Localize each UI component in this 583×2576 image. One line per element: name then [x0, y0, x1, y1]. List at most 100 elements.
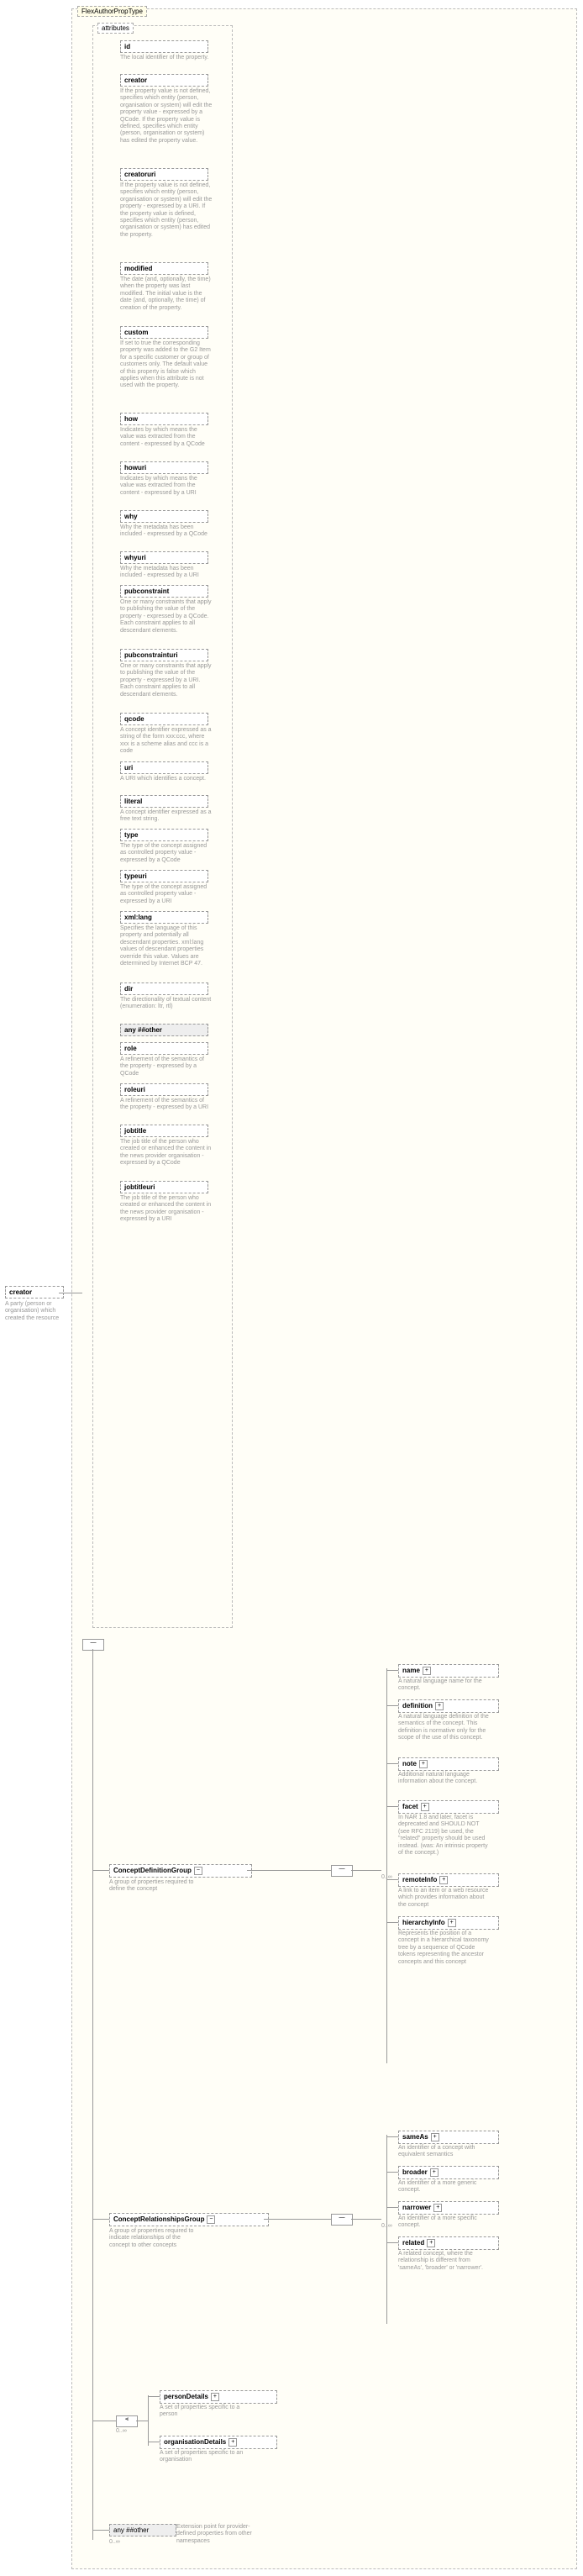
attr-desc: The local identifier of the property. [120, 55, 213, 61]
child-label: personDetails [164, 2393, 208, 2400]
attr-desc: If the property value is not defined, sp… [120, 182, 213, 239]
child-desc: An identifier of a concept with equivale… [398, 2145, 491, 2159]
child-related[interactable]: related+ [398, 2236, 499, 2250]
attr-howuri: howuri [120, 461, 208, 474]
connector [386, 1806, 398, 1807]
child-desc: Represents the position of a concept in … [398, 1931, 491, 1966]
expand-icon[interactable]: + [427, 2239, 435, 2247]
child-sameAs[interactable]: sameAs+ [398, 2131, 499, 2144]
attr-creator: creator [120, 74, 208, 87]
crg-label: ConceptRelationshipsGroup [113, 2215, 204, 2223]
attr-label: pubconstrainturi [124, 651, 178, 659]
child-broader[interactable]: broader+ [398, 2166, 499, 2179]
attr-desc: One or many constraints that apply to pu… [120, 599, 213, 635]
sequence-indicator: — [331, 2214, 353, 2226]
child-label: hierarchyInfo [402, 1919, 445, 1926]
child-label: name [402, 1667, 420, 1674]
connector [386, 1705, 398, 1706]
connector [92, 2530, 109, 2531]
attr-label: type [124, 831, 138, 839]
child-narrower[interactable]: narrower+ [398, 2201, 499, 2215]
child-label: definition [402, 1702, 433, 1709]
attr-modified: modified [120, 262, 208, 275]
connector [351, 2219, 381, 2220]
connector [92, 1870, 109, 1871]
detail-trunk [148, 2395, 149, 2446]
attr-label: uri [124, 764, 133, 772]
child-hierarchyInfo[interactable]: hierarchyInfo+ [398, 1916, 499, 1930]
attr-qcode: qcode [120, 713, 208, 725]
attr-role: role [120, 1042, 208, 1055]
expand-icon[interactable]: + [211, 2393, 219, 2401]
child-name[interactable]: name+ [398, 1664, 499, 1678]
expand-icon[interactable]: − [194, 1867, 202, 1875]
cdg-trunk [386, 1668, 387, 2063]
expand-icon[interactable]: − [207, 2215, 215, 2224]
expand-icon[interactable]: + [431, 2133, 439, 2141]
attr-literal: literal [120, 795, 208, 808]
attr-label: whyuri [124, 554, 146, 561]
child-label: remoteInfo [402, 1876, 437, 1883]
expand-icon[interactable]: + [430, 2168, 439, 2177]
attr-whyuri: whyuri [120, 551, 208, 564]
child-organisationDetails[interactable]: organisationDetails+ [160, 2436, 277, 2449]
child-label: narrower [402, 2204, 431, 2211]
child-desc: A link to an item or a web resource whic… [398, 1888, 491, 1909]
attr-desc: Specifies the language of this property … [120, 925, 213, 967]
child-definition[interactable]: definition+ [398, 1699, 499, 1713]
sequence-indicator: — [331, 1865, 353, 1877]
attr-label: typeuri [124, 872, 147, 880]
child-label: sameAs [402, 2133, 428, 2141]
attr-id: id [120, 40, 208, 53]
child-desc: A set of properties specific to an organ… [160, 2450, 252, 2464]
attr-label: dir [124, 985, 133, 993]
connector [386, 2172, 398, 2173]
connector [386, 1763, 398, 1764]
attr-label: creator [124, 76, 147, 84]
attr-label: jobtitleuri [124, 1183, 155, 1191]
extension-any: any ##other [109, 2524, 176, 2536]
connector [351, 1870, 381, 1871]
child-personDetails[interactable]: personDetails+ [160, 2390, 277, 2404]
expand-icon[interactable]: + [228, 2438, 237, 2447]
attr-custom: custom [120, 326, 208, 339]
attr-why: why [120, 510, 208, 523]
child-remoteInfo[interactable]: remoteInfo+ [398, 1873, 499, 1887]
child-facet[interactable]: facet+ [398, 1800, 499, 1814]
attributes-header: attributes [97, 23, 134, 34]
diagram-canvas: FlexAuthorPropType creator A party (pers… [0, 0, 583, 2576]
attr-desc: Indicates by which means the value was e… [120, 476, 213, 497]
expand-icon[interactable]: + [439, 1876, 448, 1884]
attr-label: literal [124, 798, 142, 805]
expand-icon[interactable]: + [433, 2204, 442, 2212]
attr-label: modified [124, 265, 152, 272]
attr-xml:lang: xml:lang [120, 911, 208, 924]
child-note[interactable]: note+ [398, 1757, 499, 1771]
connector [386, 2207, 398, 2208]
attr-dir: dir [120, 982, 208, 995]
connector [264, 2219, 331, 2220]
expand-icon[interactable]: + [423, 1667, 431, 1675]
expand-icon[interactable]: + [419, 1760, 428, 1768]
expand-icon[interactable]: + [448, 1919, 456, 1927]
attr-desc: Why the metadata has been included - exp… [120, 524, 213, 539]
child-desc: A related concept, where the relationshi… [398, 2251, 491, 2272]
attr-pubconstraint: pubconstraint [120, 585, 208, 598]
root-element[interactable]: creator [5, 1286, 64, 1299]
attr-desc: The job title of the person who created … [120, 1195, 213, 1224]
attr-label: any ##other [124, 1026, 162, 1034]
root-desc: A party (person or organisation) which c… [5, 1301, 64, 1322]
concept-relationships-group[interactable]: ConceptRelationshipsGroup− [109, 2213, 269, 2226]
crg-desc: A group of properties required to indica… [109, 2228, 202, 2249]
crg-trunk [386, 2135, 387, 2324]
attr-type: type [120, 829, 208, 841]
attr-creatoruri: creatoruri [120, 168, 208, 181]
child-label: related [402, 2239, 424, 2247]
attr-label: why [124, 513, 138, 520]
child-desc: In NAR 1.8 and later, facet is deprecate… [398, 1815, 491, 1857]
concept-definition-group[interactable]: ConceptDefinitionGroup− [109, 1864, 252, 1878]
expand-icon[interactable]: + [421, 1803, 429, 1811]
attr-desc: The directionality of textual content (e… [120, 997, 213, 1011]
expand-icon[interactable]: + [435, 1702, 444, 1710]
attr-desc: A URI which identifies a concept. [120, 776, 213, 782]
